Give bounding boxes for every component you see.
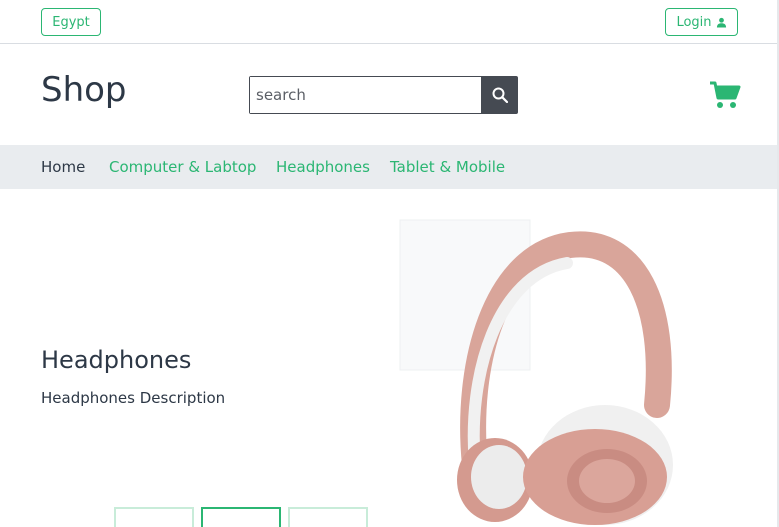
- nav-item-tablet-mobile[interactable]: Tablet & Mobile: [390, 145, 505, 189]
- headphones-image: [399, 219, 673, 525]
- nav-item-home[interactable]: Home: [41, 145, 85, 189]
- search-input[interactable]: [250, 77, 481, 113]
- carousel-indicator-2[interactable]: [201, 507, 281, 527]
- main-nav: Home Computer & Labtop Headphones Tablet…: [0, 145, 779, 189]
- user-icon: [716, 17, 726, 28]
- hero-title: Headphones: [41, 346, 192, 374]
- hero-description: Headphones Description: [41, 389, 226, 407]
- login-label: Login: [676, 14, 712, 30]
- carousel-indicator-3[interactable]: [288, 507, 368, 527]
- search-bar: [249, 76, 518, 114]
- top-bar: Egypt Login: [0, 0, 779, 44]
- brand-logo[interactable]: Shop: [41, 70, 127, 110]
- search-icon: [492, 87, 508, 103]
- country-button[interactable]: Egypt: [41, 8, 101, 36]
- search-button[interactable]: [481, 76, 518, 114]
- nav-item-headphones[interactable]: Headphones: [276, 145, 370, 189]
- nav-item-computer-labtop[interactable]: Computer & Labtop: [109, 145, 256, 189]
- login-button[interactable]: Login: [665, 8, 738, 36]
- carousel-indicator-1[interactable]: [114, 507, 194, 527]
- cart-icon: [710, 81, 741, 108]
- cart-button[interactable]: [709, 80, 741, 110]
- country-label: Egypt: [52, 14, 90, 30]
